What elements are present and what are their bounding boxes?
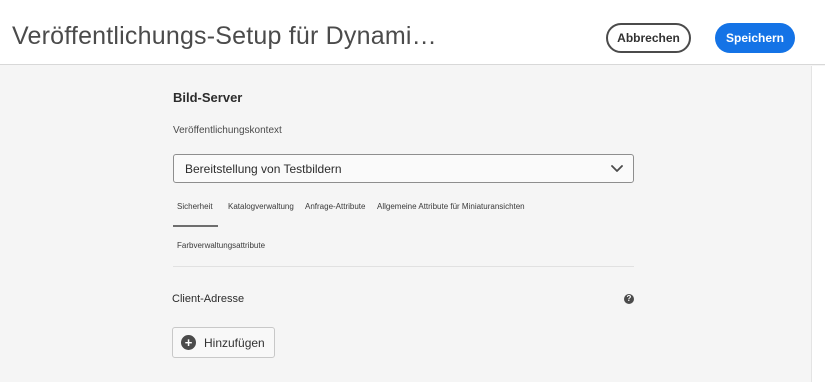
tab-thumbnail-attributes[interactable]: Allgemeine Attribute für Miniaturansicht… xyxy=(377,202,525,211)
tab-request-attributes[interactable]: Anfrage-Attribute xyxy=(305,202,365,211)
publish-context-value: Bereitstellung von Testbildern xyxy=(185,161,342,176)
publish-context-label: Veröffentlichungskontext xyxy=(173,125,282,136)
add-button-label: Hinzufügen xyxy=(204,335,265,350)
page-title: Veröffentlichungs-Setup für Dynami… xyxy=(12,22,437,50)
tab-catalog-management[interactable]: Katalogverwaltung xyxy=(228,202,294,211)
top-strip xyxy=(0,0,825,9)
client-address-label: Client-Adresse xyxy=(172,293,245,305)
tab-selected-indicator xyxy=(173,225,218,227)
publish-context-select[interactable]: Bereitstellung von Testbildern xyxy=(173,154,634,183)
help-icon[interactable]: ? xyxy=(624,294,634,304)
save-button[interactable]: Speichern xyxy=(715,23,795,53)
tabs-divider xyxy=(173,266,634,267)
section-title: Bild-Server xyxy=(173,90,243,105)
header-bar: Veröffentlichungs-Setup für Dynami… Abbr… xyxy=(0,9,825,65)
chevron-down-icon xyxy=(611,165,623,172)
plus-icon: + xyxy=(181,335,196,350)
tab-color-management[interactable]: Farbverwaltungsattribute xyxy=(177,241,265,250)
cancel-button[interactable]: Abbrechen xyxy=(606,23,691,53)
tab-security[interactable]: Sicherheit xyxy=(177,202,213,211)
add-button[interactable]: + Hinzufügen xyxy=(172,327,275,358)
scrollbar[interactable] xyxy=(811,66,825,382)
